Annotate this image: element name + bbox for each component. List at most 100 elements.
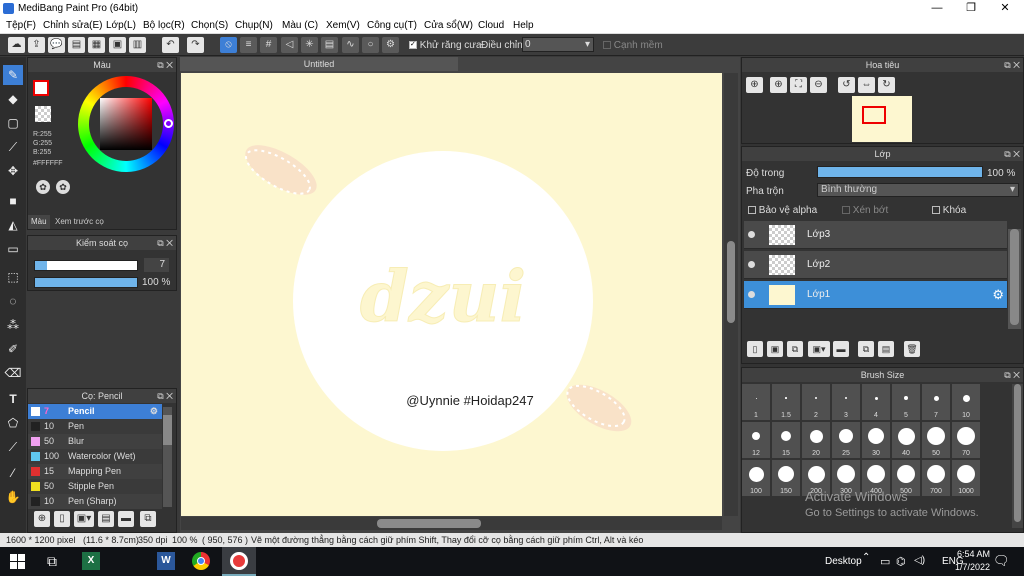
brush-size-option[interactable]: 10 — [952, 384, 980, 420]
word-icon[interactable]: W — [157, 552, 175, 570]
fit-icon[interactable]: ⛶ — [790, 77, 807, 93]
hand-tool-icon[interactable]: ✋ — [3, 487, 23, 507]
panel-close-icon[interactable]: ⧉ ✕ — [1004, 147, 1020, 161]
brush-size-option[interactable]: 1.5 — [772, 384, 800, 420]
curve-snap-icon[interactable]: ∿ — [342, 37, 359, 53]
undo-icon[interactable]: ↶ — [162, 37, 179, 53]
chrome-icon[interactable] — [192, 552, 210, 570]
visibility-icon[interactable] — [748, 291, 755, 298]
excel-icon[interactable]: X — [82, 552, 100, 570]
battery-icon[interactable]: ▭ — [880, 555, 890, 568]
layer-folder-icon[interactable]: ▬ — [833, 341, 849, 357]
brush-settings-icon[interactable]: ▤ — [98, 511, 114, 527]
copy-brush-icon[interactable]: ⧉ — [140, 511, 156, 527]
brush-list-item[interactable]: 7 Pencil ⚙ — [28, 404, 162, 419]
select-eraser-icon[interactable]: ⌫ — [3, 363, 23, 383]
layer-menu-icon[interactable]: ▣▾ — [808, 341, 830, 357]
parallel-snap-icon[interactable]: ≡ — [240, 37, 257, 53]
clock-time[interactable]: 6:54 AM — [940, 549, 990, 559]
medibang-taskbar-item[interactable] — [222, 547, 256, 576]
brush-size-option[interactable]: 15 — [772, 422, 800, 458]
share-icon[interactable]: ⇪ — [28, 37, 45, 53]
notification-icon[interactable]: 🗨 — [993, 553, 1010, 569]
lasso-select-icon[interactable]: ◌ — [3, 291, 23, 311]
flip-icon[interactable]: ⇔ — [858, 77, 875, 93]
brush-size-option[interactable]: 3 — [832, 384, 860, 420]
circle-snap-icon[interactable]: ○ — [362, 37, 379, 53]
gradient-tool-icon[interactable]: ▭ — [3, 239, 23, 259]
saturation-square[interactable] — [100, 98, 152, 150]
protect-alpha-toggle[interactable]: Bảo vệ alpha — [748, 205, 817, 216]
panel-close-icon[interactable]: ⧉ ✕ — [157, 389, 173, 403]
brush-list-item[interactable]: 50 Stipple Pen — [28, 479, 162, 494]
brush-opacity-slider[interactable] — [34, 277, 138, 288]
brush-size-option[interactable]: 1 — [742, 384, 770, 420]
gear-icon[interactable]: ⚙ — [150, 404, 158, 419]
brush-size-option[interactable]: 5 — [892, 384, 920, 420]
settings-snap-icon[interactable]: ⚙ — [382, 37, 399, 53]
brush-menu-icon[interactable]: ▣▾ — [74, 511, 94, 527]
cross-snap-icon[interactable]: # — [260, 37, 277, 53]
layer-opacity-slider[interactable] — [817, 166, 983, 178]
canvas-horizontal-scrollbar[interactable] — [181, 517, 722, 530]
dot-tool-icon[interactable]: ▢ — [3, 113, 23, 133]
brush-size-option[interactable]: 12 — [742, 422, 770, 458]
layer-row[interactable]: Lớp2 — [744, 251, 1007, 279]
menu-view[interactable]: Xem(V) — [326, 20, 360, 31]
layer-row[interactable]: Lớp3 — [744, 221, 1007, 249]
brush-list-item[interactable]: 100 Watercolor (Wet) — [28, 449, 162, 464]
brush-size-value[interactable]: 7 — [144, 258, 169, 272]
menu-file[interactable]: Tệp(F) — [6, 20, 36, 31]
tab-brush-preview[interactable]: Xem trước cọ — [52, 215, 107, 229]
radial-snap-icon[interactable]: ✳ — [301, 37, 318, 53]
visibility-icon[interactable] — [748, 231, 755, 238]
drawing-canvas[interactable]: dzui @Uynnie #Hoidap247 — [181, 73, 722, 516]
brush-list-item[interactable]: 50 Blur — [28, 434, 162, 449]
brush-size-option[interactable]: 40 — [892, 422, 920, 458]
operation-tool-icon[interactable]: ⬠ — [3, 413, 23, 433]
menu-filter[interactable]: Bộ lọc(R) — [143, 20, 185, 31]
lasso-tool-icon[interactable]: ⟋ — [3, 137, 23, 157]
brush-size-option[interactable]: 30 — [862, 422, 890, 458]
new-layer-alt-icon[interactable]: ▣ — [767, 341, 783, 357]
antialias-toggle[interactable]: ✓ Khử răng cưa — [409, 40, 482, 51]
panel-close-icon[interactable]: ⧉ ✕ — [1004, 368, 1020, 382]
gear-icon[interactable]: ⚙ — [992, 287, 1004, 303]
palette-add-icon[interactable]: ✿ — [56, 180, 70, 194]
brush-size-option[interactable]: 150 — [772, 460, 800, 496]
brush-list-item[interactable]: 15 Mapping Pen — [28, 464, 162, 479]
brush-list-item[interactable]: 10 Pen (Sharp) — [28, 494, 162, 509]
menu-edit[interactable]: Chỉnh sửa(E) — [43, 20, 103, 31]
clip-toggle[interactable]: Xén bớt — [842, 205, 888, 216]
panel-close-icon[interactable]: ⧉ ✕ — [157, 58, 173, 72]
perspective-snap-icon[interactable]: ▤ — [321, 37, 338, 53]
desktop-toolbar[interactable]: Desktop — [825, 556, 862, 567]
cloud-icon[interactable]: ☁ — [8, 37, 25, 53]
menu-select[interactable]: Chọn(S) — [191, 20, 228, 31]
layer-scrollbar[interactable] — [1008, 229, 1021, 329]
add-brush-icon[interactable]: ⊕ — [34, 511, 50, 527]
soft-edge-toggle[interactable]: Cạnh mềm — [603, 40, 663, 51]
brush-size-option[interactable]: 100 — [742, 460, 770, 496]
panel-close-icon[interactable]: ⧉ ✕ — [157, 236, 173, 250]
rotate-right-icon[interactable]: ↻ — [878, 77, 895, 93]
menu-snap[interactable]: Chụp(N) — [235, 20, 273, 31]
comment-icon[interactable]: 💬 — [48, 37, 65, 53]
menu-help[interactable]: Help — [513, 20, 534, 31]
fill-tool-icon[interactable]: ◭ — [3, 215, 23, 235]
brush-size-option[interactable]: 700 — [922, 460, 950, 496]
brush-tool-icon[interactable]: ✎ — [3, 65, 23, 85]
zoom-out-icon[interactable]: ⊖ — [810, 77, 827, 93]
maximize-button[interactable]: ❐ — [954, 0, 988, 17]
brush-size-option[interactable]: 2 — [802, 384, 830, 420]
text-tool-icon[interactable]: T — [3, 389, 23, 409]
clock-date[interactable]: 1/7/2022 — [940, 562, 990, 572]
eyedropper-icon[interactable]: ⁄ — [3, 463, 23, 483]
palette-icon[interactable]: ✿ — [36, 180, 50, 194]
select-pen-icon[interactable]: ✐ — [3, 339, 23, 359]
visibility-icon[interactable] — [748, 261, 755, 268]
no-snap-icon[interactable]: ⦸ — [220, 37, 237, 53]
select-tool-icon[interactable]: ⬚ — [3, 267, 23, 287]
merge-layer-icon[interactable]: ⧉ — [858, 341, 874, 357]
duplicate-layer-icon[interactable]: ⧉ — [787, 341, 803, 357]
